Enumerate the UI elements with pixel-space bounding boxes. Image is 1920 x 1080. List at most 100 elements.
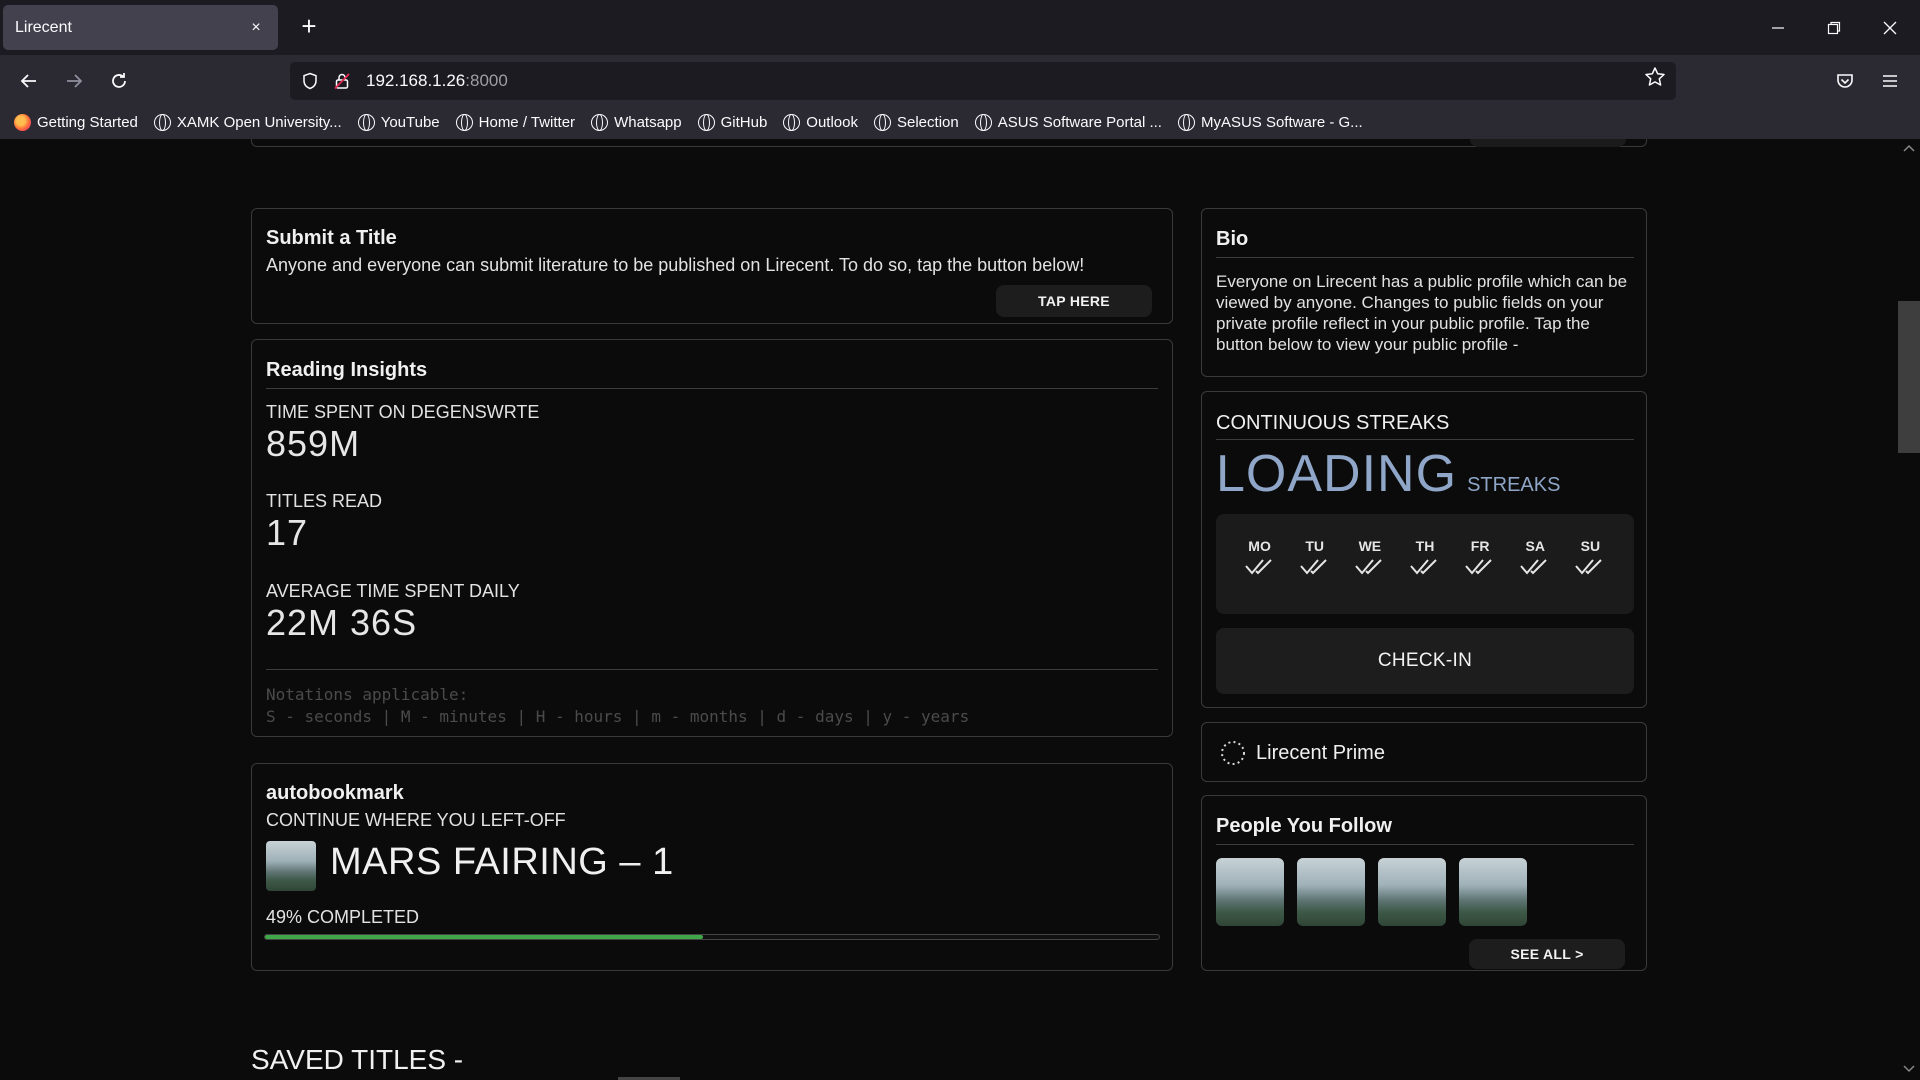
divider: [1216, 844, 1634, 845]
bio-heading: Bio: [1216, 228, 1249, 250]
bookmark-star-icon[interactable]: [1644, 66, 1666, 94]
titles-read-value: 17: [266, 512, 309, 553]
day-thursday: TH: [1405, 514, 1445, 614]
streak-unit: STREAKS: [1467, 474, 1561, 496]
check-in-button[interactable]: CHECK-IN: [1216, 628, 1634, 694]
streak-count: LOADING STREAKS: [1216, 444, 1560, 504]
reading-progress-bar: [264, 934, 1160, 940]
scrollbar-thumb[interactable]: [1898, 301, 1920, 453]
scroll-down-icon[interactable]: [1902, 1063, 1916, 1077]
submit-title-text: Anyone and everyone can submit literatur…: [266, 255, 1085, 275]
menu-icon[interactable]: [1873, 64, 1907, 98]
followed-user-avatar[interactable]: [1297, 858, 1365, 926]
address-bar[interactable]: 192.168.1.26:8000: [290, 62, 1676, 100]
divider: [266, 388, 1158, 389]
continue-label: CONTINUE WHERE YOU LEFT-OFF: [266, 810, 566, 830]
forward-icon[interactable]: [57, 64, 91, 98]
bookmark-xamk[interactable]: XAMK Open University...: [153, 113, 342, 131]
close-window-icon[interactable]: [1862, 0, 1918, 55]
browser-nav-bar: 192.168.1.26:8000: [0, 55, 1920, 105]
time-spent-value: 859M: [266, 423, 361, 464]
minimize-icon[interactable]: [1750, 0, 1806, 55]
reading-progress-fill: [265, 935, 704, 939]
page-viewport: Submit a Title Anyone and everyone can s…: [0, 139, 1920, 1080]
notations-heading: Notations applicable:: [266, 685, 469, 704]
bio-text: Everyone on Lirecent has a public profil…: [1216, 272, 1628, 354]
bookmark-getting-started[interactable]: Getting Started: [14, 113, 138, 131]
autobookmark-card: autobookmark CONTINUE WHERE YOU LEFT-OFF…: [251, 763, 1173, 971]
globe-icon: [697, 113, 715, 131]
globe-icon: [357, 113, 375, 131]
lirecent-prime-label: Lirecent Prime: [1256, 742, 1385, 764]
bookmark-asus-portal[interactable]: ASUS Software Portal ...: [974, 113, 1162, 131]
insecure-lock-icon[interactable]: [326, 62, 358, 100]
autobookmark-heading: autobookmark: [266, 782, 404, 804]
day-wednesday: WE: [1350, 514, 1390, 614]
firefox-icon: [14, 113, 31, 131]
pocket-icon[interactable]: [1828, 64, 1862, 98]
browser-tab-bar: Lirecent × +: [0, 0, 1920, 55]
time-spent-label: TIME SPENT ON DEGENSWRTE: [266, 402, 540, 422]
bookmark-myasus[interactable]: MyASUS Software - G...: [1177, 113, 1363, 131]
see-all-button[interactable]: SEE ALL >: [1469, 939, 1625, 969]
people-you-follow-card: People You Follow SEE ALL >: [1201, 795, 1647, 971]
globe-icon: [783, 113, 801, 131]
people-follow-heading: People You Follow: [1216, 815, 1392, 837]
back-icon[interactable]: [12, 64, 46, 98]
browser-tab[interactable]: Lirecent ×: [3, 5, 278, 50]
book-cover-thumbnail[interactable]: [266, 841, 316, 891]
weekday-streak-row: MO TU WE TH FR SA SU: [1216, 514, 1634, 614]
tab-title: Lirecent: [15, 18, 72, 36]
progress-label: 49% COMPLETED: [266, 907, 420, 927]
notations-legend: S - seconds | M - minutes | H - hours | …: [266, 707, 970, 726]
previous-card-edge: [251, 139, 1647, 147]
divider: [1216, 257, 1634, 258]
followed-user-avatar[interactable]: [1378, 858, 1446, 926]
page-scrollbar[interactable]: [1898, 139, 1920, 1080]
bio-card: Bio Everyone on Lirecent has a public pr…: [1201, 208, 1647, 377]
divider: [266, 669, 1158, 670]
day-sunday: SU: [1570, 514, 1610, 614]
day-friday: FR: [1460, 514, 1500, 614]
bookmark-outlook[interactable]: Outlook: [783, 113, 858, 131]
url-host: 192.168.1.26: [366, 71, 466, 90]
bookmark-github[interactable]: GitHub: [697, 113, 767, 131]
lirecent-prime-card[interactable]: Lirecent Prime: [1201, 722, 1647, 782]
divider: [1216, 439, 1634, 440]
bookmark-selection[interactable]: Selection: [874, 113, 959, 131]
bookmark-youtube[interactable]: YouTube: [357, 113, 440, 131]
bookmark-whatsapp[interactable]: Whatsapp: [591, 113, 682, 131]
day-monday: MO: [1240, 514, 1280, 614]
globe-icon: [874, 113, 891, 131]
double-check-icon: [1354, 558, 1386, 581]
shield-icon[interactable]: [294, 62, 326, 100]
submit-title-heading: Submit a Title: [266, 227, 397, 249]
globe-icon: [591, 113, 609, 131]
reload-icon[interactable]: [102, 64, 136, 98]
double-check-icon: [1519, 558, 1551, 581]
bookmark-twitter[interactable]: Home / Twitter: [455, 113, 575, 131]
saved-titles-heading: SAVED TITLES -: [251, 1044, 464, 1075]
globe-icon: [1177, 113, 1195, 131]
scroll-up-icon[interactable]: [1902, 142, 1916, 156]
reading-insights-heading: Reading Insights: [266, 359, 428, 381]
streak-value: LOADING: [1216, 445, 1458, 503]
followed-user-avatar[interactable]: [1216, 858, 1284, 926]
tap-here-button[interactable]: TAP HERE: [996, 285, 1152, 317]
restore-icon[interactable]: [1806, 0, 1862, 55]
globe-icon: [455, 113, 473, 131]
titles-read-label: TITLES READ: [266, 491, 383, 511]
double-check-icon: [1464, 558, 1496, 581]
streaks-card: CONTINUOUS STREAKS LOADING STREAKS MO TU…: [1201, 391, 1647, 708]
streaks-heading: CONTINUOUS STREAKS: [1216, 412, 1450, 434]
globe-icon: [974, 113, 992, 131]
submit-title-card: Submit a Title Anyone and everyone can s…: [251, 208, 1173, 324]
reading-insights-card: Reading Insights TIME SPENT ON DEGENSWRT…: [251, 339, 1173, 737]
average-time-label: AVERAGE TIME SPENT DAILY: [266, 581, 520, 601]
followed-user-avatar[interactable]: [1459, 858, 1527, 926]
double-check-icon: [1244, 558, 1276, 581]
previous-card-button-edge: [1470, 139, 1626, 147]
close-tab-icon[interactable]: ×: [246, 19, 266, 37]
new-tab-button[interactable]: +: [293, 11, 325, 43]
book-title[interactable]: MARS FAIRING – 1: [330, 841, 674, 884]
